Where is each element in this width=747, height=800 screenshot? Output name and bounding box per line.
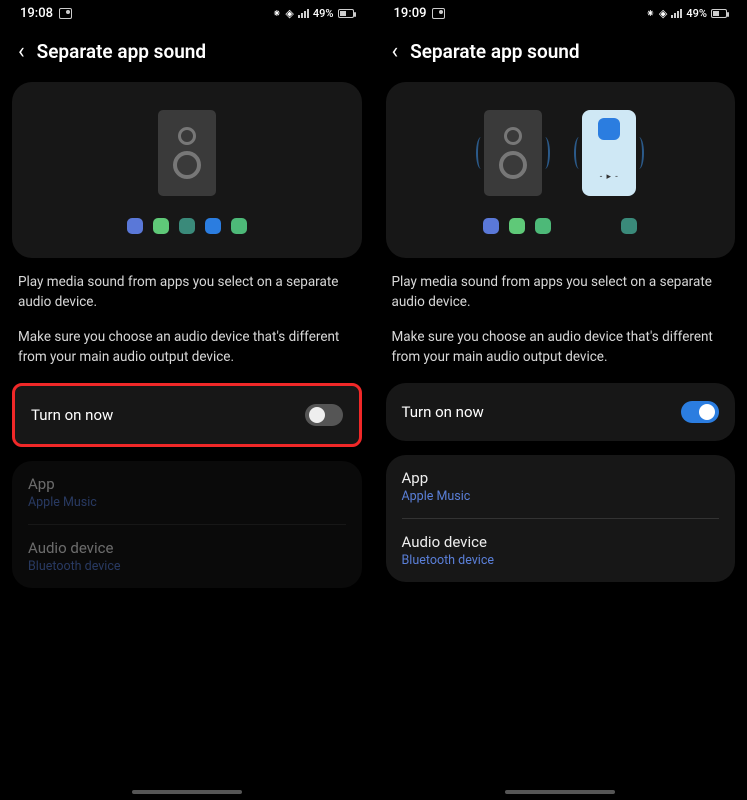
clock: 19:09	[394, 6, 427, 21]
speaker-icon	[484, 110, 542, 196]
hero-illustration	[12, 82, 362, 258]
phone-icon: - ▸ -	[582, 110, 636, 196]
hero-illustration: - ▸ -	[386, 82, 736, 258]
page-title: Separate app sound	[37, 40, 207, 63]
speaker-icon	[158, 110, 216, 196]
wifi-icon: ◈	[659, 7, 667, 20]
battery-icon	[338, 9, 354, 18]
dot	[153, 218, 169, 234]
audio-device-row[interactable]: Audio device Bluetooth device	[28, 524, 346, 588]
page-title: Separate app sound	[410, 40, 580, 63]
settings-list: App Apple Music Audio device Bluetooth d…	[12, 461, 362, 588]
battery-text: 49%	[313, 7, 334, 20]
bluetooth-icon: ⁕	[646, 7, 655, 20]
sound-wave-icon	[634, 137, 644, 169]
turn-on-toggle-row[interactable]: Turn on now	[386, 383, 736, 441]
app-label: App	[28, 475, 346, 493]
sound-wave-icon	[476, 137, 486, 169]
audio-device-row[interactable]: Audio device Bluetooth device	[402, 518, 720, 582]
nav-bar[interactable]	[505, 790, 615, 794]
app-value: Apple Music	[28, 495, 346, 510]
dot	[179, 218, 195, 234]
toggle-label: Turn on now	[31, 406, 113, 424]
toggle-switch[interactable]	[305, 404, 343, 426]
sound-wave-icon	[540, 137, 550, 169]
back-icon[interactable]: ‹	[18, 39, 25, 64]
battery-icon	[711, 9, 727, 18]
dot	[231, 218, 247, 234]
picture-icon	[432, 8, 445, 19]
nav-bar[interactable]	[132, 790, 242, 794]
app-dots-right	[621, 218, 637, 234]
dot	[127, 218, 143, 234]
description-2: Make sure you choose an audio device tha…	[386, 313, 736, 384]
dot	[509, 218, 525, 234]
screen-left: 19:08 ⁕ ◈ 49% ‹ Separate app sound	[0, 0, 374, 800]
status-bar: 19:08 ⁕ ◈ 49%	[12, 0, 362, 25]
sound-wave-icon	[574, 137, 584, 169]
status-bar: 19:09 ⁕ ◈ 49%	[386, 0, 736, 25]
toggle-label: Turn on now	[402, 403, 484, 421]
app-label: App	[402, 469, 720, 487]
device-value: Bluetooth device	[28, 559, 346, 574]
header: ‹ Separate app sound	[386, 25, 736, 82]
app-row[interactable]: App Apple Music	[402, 455, 720, 518]
app-dots-left	[483, 218, 551, 234]
wifi-icon: ◈	[285, 7, 293, 20]
description-2: Make sure you choose an audio device tha…	[12, 313, 362, 384]
dot	[483, 218, 499, 234]
signal-icon	[298, 9, 309, 18]
description-1: Play media sound from apps you select on…	[12, 258, 362, 313]
settings-list: App Apple Music Audio device Bluetooth d…	[386, 455, 736, 582]
device-label: Audio device	[402, 533, 720, 551]
device-value: Bluetooth device	[402, 553, 720, 568]
dot	[621, 218, 637, 234]
header: ‹ Separate app sound	[12, 25, 362, 82]
app-value: Apple Music	[402, 489, 720, 504]
dot	[535, 218, 551, 234]
app-dots	[127, 218, 247, 234]
signal-icon	[671, 9, 682, 18]
battery-text: 49%	[686, 7, 707, 20]
turn-on-toggle-row[interactable]: Turn on now	[12, 383, 362, 447]
screen-right: 19:09 ⁕ ◈ 49% ‹ Separate app sound	[374, 0, 747, 800]
dot	[205, 218, 221, 234]
app-row[interactable]: App Apple Music	[28, 461, 346, 524]
device-label: Audio device	[28, 539, 346, 557]
picture-icon	[59, 8, 72, 19]
description-1: Play media sound from apps you select on…	[386, 258, 736, 313]
back-icon[interactable]: ‹	[392, 39, 399, 64]
toggle-switch[interactable]	[681, 401, 719, 423]
bluetooth-icon: ⁕	[272, 7, 281, 20]
clock: 19:08	[20, 6, 53, 21]
